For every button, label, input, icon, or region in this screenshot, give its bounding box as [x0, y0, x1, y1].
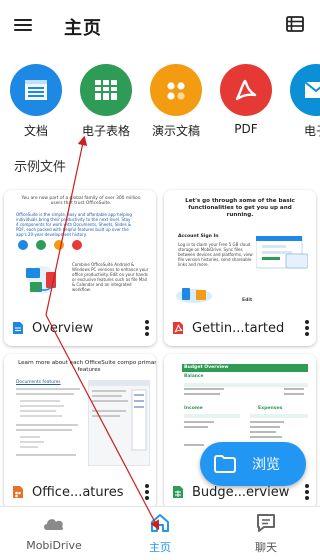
- browse-label: 浏览: [252, 457, 280, 473]
- file-card-footer: Overview: [4, 310, 156, 346]
- pdf-file-icon: [173, 322, 183, 334]
- more-options-icon[interactable]: [144, 483, 150, 501]
- budget-balance-label: Balance: [184, 374, 204, 379]
- sheet-file-icon: [173, 486, 183, 498]
- hamburger-menu-icon[interactable]: [14, 16, 36, 36]
- preview-heading: Learn more about each OfficeSuite compo …: [18, 360, 156, 373]
- preview-heading: Let's go through some of the basic funct…: [185, 198, 295, 218]
- category-presentations[interactable]: 演示文稿: [144, 64, 208, 139]
- preview-body: Log in to claim your Free 5 GB cloud sto…: [178, 242, 253, 267]
- doc-file-icon: [13, 322, 23, 334]
- category-label: PDF: [234, 122, 258, 136]
- cloud-illustration: [174, 282, 214, 304]
- document-icon: [10, 64, 62, 116]
- more-options-icon[interactable]: [304, 319, 310, 337]
- app-screenshot-preview: [87, 379, 151, 467]
- category-documents[interactable]: 文档: [4, 64, 68, 139]
- page-title: 主页: [64, 18, 102, 39]
- file-thumbnail: You are now part of a global family of o…: [4, 190, 156, 310]
- file-card-footer: Office...atures: [4, 474, 156, 510]
- cloud-icon: [44, 519, 64, 530]
- more-options-icon[interactable]: [304, 483, 310, 501]
- category-row: 文档 电子表格 演示文稿 PDF 电: [0, 64, 320, 144]
- file-name: Overview: [32, 320, 94, 336]
- category-email[interactable]: 电子: [284, 64, 320, 139]
- file-card-overview[interactable]: You are now part of a global family of o…: [4, 190, 156, 346]
- folder-icon: [214, 455, 236, 473]
- preview-body: OfficeSuite is the simple, easy and affo…: [16, 212, 132, 237]
- balance-rows: [184, 382, 308, 396]
- section-title: 示例文件: [14, 160, 67, 175]
- nav-label: MobiDrive: [26, 539, 82, 552]
- file-name: Office...atures: [32, 484, 124, 500]
- nav-chat[interactable]: 聊天: [226, 513, 306, 555]
- file-card-officesuite-features[interactable]: Learn more about each OfficeSuite compo …: [4, 354, 156, 510]
- spreadsheet-icon: [80, 64, 132, 116]
- preview-intro: You are now part of a global family of o…: [21, 196, 141, 206]
- category-spreadsheets[interactable]: 电子表格: [74, 64, 138, 139]
- category-label: 电子: [303, 124, 320, 138]
- preview-combine: Combine OfficeSuite Android & Windows PC…: [72, 262, 149, 292]
- list-view-icon[interactable]: [286, 16, 308, 36]
- category-label: 文档: [23, 124, 48, 138]
- email-icon: [290, 64, 320, 116]
- preview-subheading: Documents features: [16, 380, 61, 385]
- category-label: 电子表格: [81, 124, 130, 138]
- app-screen: 主页 文档 电子表格 演示文稿 PDF 电 示例文件 You are now p…: [0, 0, 320, 560]
- category-pdf[interactable]: PDF: [214, 64, 278, 136]
- more-options-icon[interactable]: [144, 319, 150, 337]
- bottom-navigation: MobiDrive 主页 聊天: [0, 506, 320, 560]
- top-app-bar: 主页: [0, 0, 320, 52]
- budget-expenses-label: Expenses: [258, 406, 283, 411]
- feature-icons-row: [16, 238, 86, 254]
- nav-label: 聊天: [255, 541, 277, 554]
- signin-screenshot: [255, 235, 309, 272]
- pdf-icon: [220, 64, 272, 116]
- nav-label: 主页: [149, 541, 171, 554]
- home-icon: [151, 514, 169, 532]
- presentation-icon: [150, 64, 202, 116]
- file-thumbnail: Let's go through some of the basic funct…: [164, 190, 316, 310]
- file-name: Gettin...tarted: [192, 320, 285, 336]
- preview-edit-label: Edit: [242, 298, 253, 303]
- browse-button[interactable]: 浏览: [200, 442, 306, 486]
- nav-home[interactable]: 主页: [120, 513, 200, 555]
- file-card-getting-started[interactable]: Let's go through some of the basic funct…: [164, 190, 316, 346]
- chat-icon: [257, 514, 275, 532]
- presentation-file-icon: [13, 486, 23, 498]
- preview-text-lines: [16, 388, 84, 468]
- file-card-footer: Gettin...tarted: [164, 310, 316, 346]
- devices-illustration: [18, 262, 68, 298]
- file-thumbnail: Learn more about each OfficeSuite compo …: [4, 354, 156, 474]
- nav-mobidrive[interactable]: MobiDrive: [14, 513, 94, 552]
- preview-subheading: Account Sign In: [178, 234, 219, 239]
- file-card-budget-overview[interactable]: Budget Overview Balance Income Expenses: [164, 354, 316, 510]
- budget-income-label: Income: [184, 406, 203, 411]
- file-name: Budge...erview: [192, 484, 290, 500]
- category-label: 演示文稿: [151, 124, 200, 138]
- budget-title: Budget Overview: [184, 365, 229, 370]
